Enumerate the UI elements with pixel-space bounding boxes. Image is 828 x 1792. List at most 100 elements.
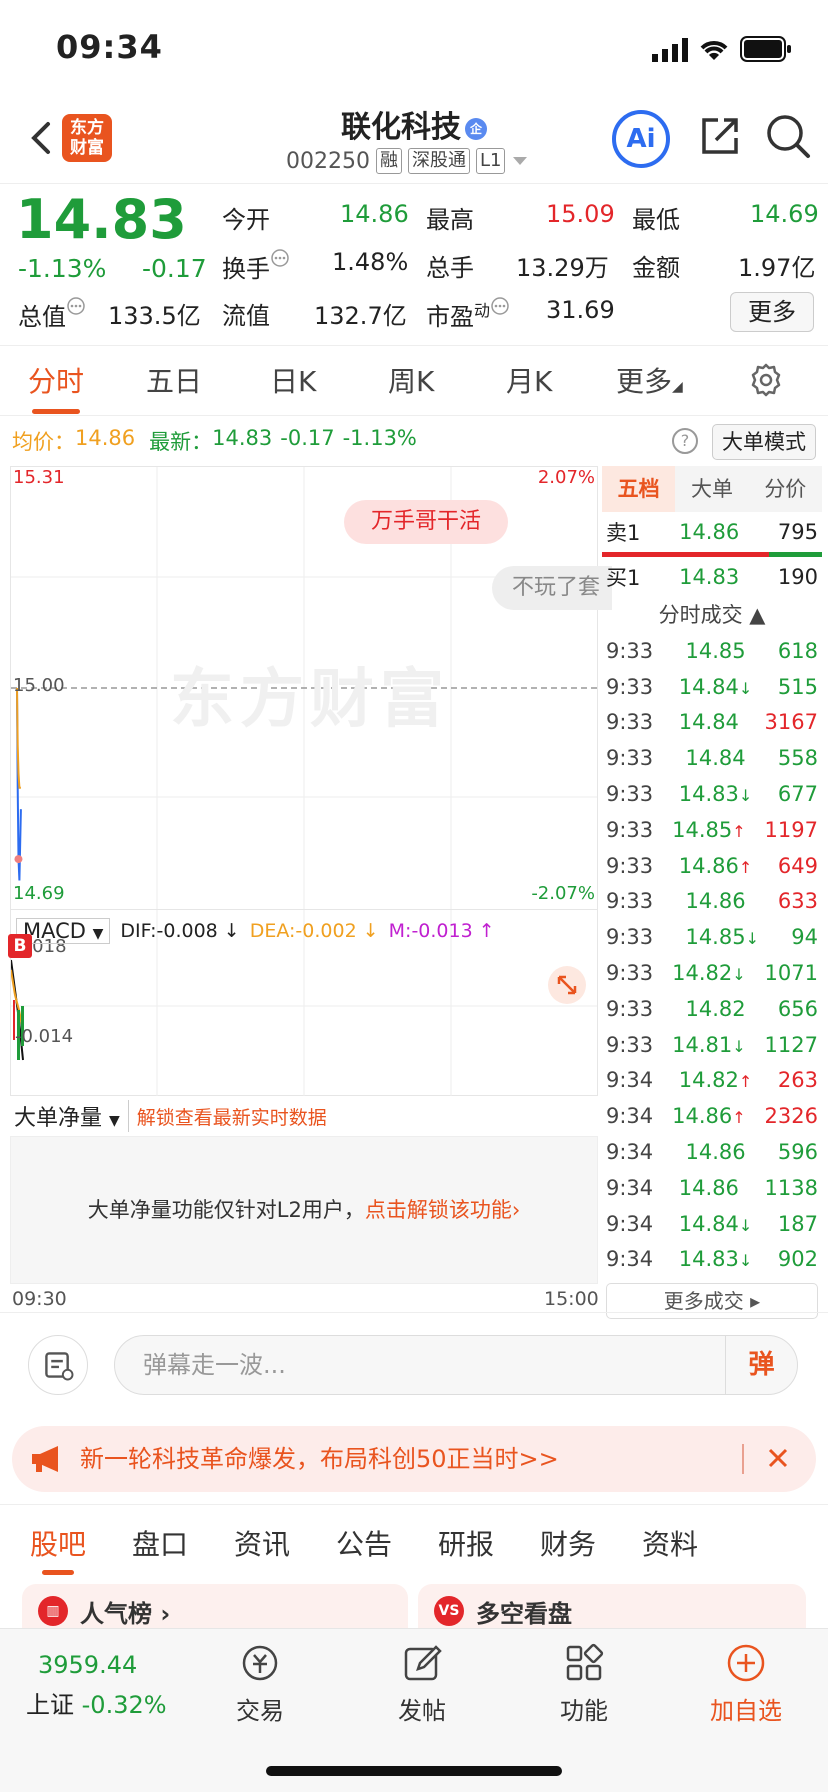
buy-signal-badge[interactable]: B — [8, 934, 32, 958]
close-icon[interactable] — [762, 1442, 794, 1474]
tab-more[interactable]: 更多◢ — [616, 360, 683, 400]
trade-price-value: 14.83 — [678, 782, 739, 807]
danmu-bar: 弹幕走一波... 弹 — [0, 1312, 828, 1416]
trade-price-value: 14.86 — [685, 1140, 746, 1165]
tab-price-dist[interactable]: 分价 — [749, 466, 822, 512]
index-name: 上证 — [26, 1691, 74, 1719]
trade-volume: 94 — [791, 925, 818, 950]
price-info-line: 均价： 14.86 最新： 14.83 -0.17 -1.13% — [12, 426, 417, 456]
danmu-bubble[interactable]: 万手哥干活 — [344, 500, 508, 544]
trade-row: 9:33 14.84↓ 515 — [602, 669, 822, 705]
buy-level-1: 买1 14.83 190 — [602, 557, 822, 597]
clock: 09:34 — [56, 28, 163, 66]
float-cap-value: 132.7亿 — [314, 302, 407, 330]
trade-direction: ↓ — [738, 1215, 753, 1235]
tab-daily-k[interactable]: 日K — [270, 360, 316, 400]
stock-name-text: 联化科技 — [341, 110, 461, 145]
avg-price-label: 均价： — [12, 430, 75, 454]
dropdown-caret-icon[interactable] — [511, 155, 529, 167]
sell-price: 14.86 — [679, 520, 740, 544]
unlock-realtime-link[interactable]: 解锁查看最新实时数据 — [137, 1103, 327, 1130]
trade-volume: 656 — [777, 996, 818, 1021]
nav-trade[interactable]: 交易 — [210, 1641, 310, 1726]
trade-time: 9:33 — [606, 996, 654, 1021]
pct-axis-top: 2.07% — [537, 467, 595, 488]
latest-value: 14.83 — [212, 426, 273, 450]
tab-5day[interactable]: 五日 — [146, 360, 202, 400]
time-axis-end: 15:00 — [544, 1288, 599, 1310]
tab-weekly-k[interactable]: 周K — [388, 360, 434, 400]
trade-row: 9:33 14.82↓ 1071 — [602, 955, 822, 991]
big-order-mode-button[interactable]: 大单模式 — [712, 424, 816, 460]
macd-header: MACD ▼ DIF:-0.008 ↓ DEA:-0.002 ↓ M:-0.01… — [16, 918, 495, 944]
trade-row: 9:33 14.85↓ 94 — [602, 919, 822, 955]
tab-big-orders[interactable]: 大单 — [675, 466, 748, 512]
trade-row: 9:33 14.84 558 — [602, 740, 822, 776]
trade-time: 9:33 — [606, 925, 654, 950]
trade-volume: 1127 — [764, 1032, 818, 1057]
watermark: 东方财富 — [170, 663, 450, 737]
trade-price: 14.84 — [685, 746, 745, 770]
popularity-label: 人气榜 › — [80, 1600, 171, 1628]
tab-news[interactable]: 资讯 — [234, 1523, 290, 1563]
last-price: 14.83 — [16, 188, 187, 251]
tab-orderbook[interactable]: 盘口 — [132, 1523, 188, 1563]
big-order-select[interactable]: 大单净量 ▼ — [10, 1100, 129, 1132]
macd-dif: DIF:-0.008 ↓ — [120, 920, 240, 942]
nav-post[interactable]: 发帖 — [372, 1641, 472, 1726]
high-label: 最高 — [426, 206, 474, 234]
danmu-send-button[interactable]: 弹 — [725, 1336, 797, 1394]
stock-code-line: 002250 融 深股通 L1 — [286, 148, 529, 174]
info-dots-icon[interactable] — [66, 296, 86, 316]
high-value: 15.09 — [546, 200, 615, 228]
search-icon[interactable] — [764, 112, 812, 160]
danmu-input[interactable]: 弹幕走一波... 弹 — [114, 1335, 798, 1395]
ai-button[interactable]: Ai — [612, 110, 670, 168]
tab-finance[interactable]: 财务 — [540, 1523, 596, 1563]
signal-icon — [652, 38, 688, 62]
trade-row: 9:33 14.83↓ 677 — [602, 776, 822, 812]
trade-price: 14.81↓ — [672, 1033, 746, 1057]
trade-price-value: 14.82 — [678, 1068, 739, 1093]
trade-direction: ↑ — [732, 1108, 746, 1128]
tab-announcements[interactable]: 公告 — [336, 1523, 392, 1563]
promo-banner[interactable]: 新一轮科技革命爆发，布局科创50正当时>> — [12, 1426, 816, 1492]
nav-add-watchlist[interactable]: 加自选 — [696, 1641, 796, 1726]
stock-header: 东方财富 联化科技企 002250 融 深股通 L1 Ai — [0, 96, 828, 184]
trade-row: 9:34 14.86 596 — [602, 1134, 822, 1170]
index-pct: -0.32% — [81, 1691, 167, 1719]
danmu-settings-icon[interactable] — [28, 1335, 88, 1395]
trade-price: 14.86 — [679, 1176, 739, 1200]
tab-five-levels[interactable]: 五档 — [602, 466, 676, 512]
trade-volume: 263 — [777, 1068, 818, 1093]
settings-gear-icon[interactable] — [748, 362, 784, 398]
unlock-feature-link[interactable]: 点击解锁该功能› — [365, 1198, 520, 1222]
danmu-bubble-2[interactable]: 不玩了套 — [492, 566, 612, 610]
tick-trades-header[interactable]: 分时成交 ▲ — [602, 597, 822, 633]
tab-forum[interactable]: 股吧 — [30, 1523, 86, 1575]
trade-time: 9:33 — [606, 638, 654, 663]
trade-price-value: 14.82 — [672, 961, 733, 986]
tag-margin: 融 — [375, 148, 402, 174]
trade-price-value: 14.81 — [672, 1032, 733, 1057]
trade-row: 9:33 14.81↓ 1127 — [602, 1027, 822, 1063]
expand-icon[interactable] — [548, 966, 586, 1004]
index-ticker[interactable]: 3959.44 上证 -0.32% — [26, 1651, 167, 1720]
tab-research[interactable]: 研报 — [438, 1523, 494, 1563]
tab-intraday[interactable]: 分时 — [28, 360, 84, 414]
content-tabs: 股吧 盘口 资讯 公告 研报 财务 资料 — [0, 1504, 828, 1578]
help-icon[interactable]: ? — [672, 428, 698, 454]
index-row-1: 3959.44 — [26, 1651, 167, 1679]
volume-label: 总手 — [426, 254, 474, 282]
battery-icon — [740, 36, 791, 62]
trade-direction: ↓ — [732, 1036, 746, 1056]
tab-monthly-k[interactable]: 月K — [506, 360, 552, 400]
nav-functions[interactable]: 功能 — [534, 1641, 634, 1726]
info-dots-icon[interactable] — [270, 248, 290, 268]
share-icon[interactable] — [698, 114, 742, 158]
trade-volume: 2326 — [764, 1104, 818, 1129]
more-quote-button[interactable]: 更多 — [730, 292, 814, 332]
trade-direction: ↑ — [738, 857, 753, 877]
info-dots-icon[interactable] — [490, 296, 510, 316]
tab-profile[interactable]: 资料 — [642, 1523, 698, 1563]
